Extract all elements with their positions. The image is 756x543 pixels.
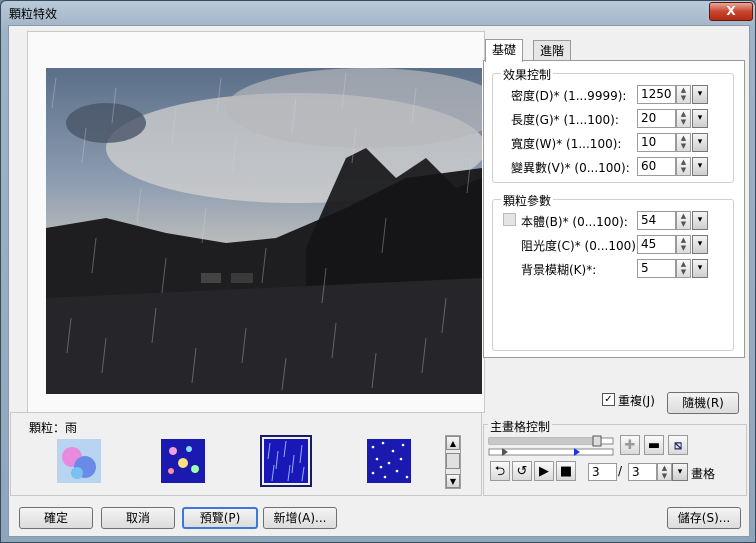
- body-checkbox[interactable]: [503, 213, 516, 226]
- title-bar: 顆粒特效 X: [1, 1, 755, 25]
- opacity-spin-button[interactable]: ▲ ▼: [676, 235, 691, 254]
- variance-dropdown-button[interactable]: ▾: [692, 157, 708, 176]
- loop-button[interactable]: ⮌: [490, 461, 510, 481]
- particle-thumb-sparkles[interactable]: [161, 439, 205, 483]
- frame-spin-button[interactable]: ▲ ▼: [657, 463, 672, 481]
- bg-blur-dropdown-button[interactable]: ▾: [692, 259, 708, 278]
- scroll-down-button[interactable]: ▼: [446, 474, 460, 488]
- opacity-dropdown-button[interactable]: ▾: [692, 235, 708, 254]
- preview-button[interactable]: 預覽(P): [182, 507, 258, 529]
- save-button[interactable]: 儲存(S)...: [667, 507, 741, 529]
- density-label: 密度(D)* (1...9999):: [511, 89, 627, 103]
- current-frame-input[interactable]: 3: [588, 463, 617, 481]
- tab-basic[interactable]: 基礎: [485, 39, 524, 62]
- length-spin-button[interactable]: ▲ ▼: [676, 109, 691, 128]
- frame-separator: /: [618, 464, 623, 478]
- width-label: 寬度(W)* (1...100):: [511, 137, 622, 151]
- repeat-checkbox[interactable]: ✓: [602, 393, 615, 406]
- body-spin-button[interactable]: ▲ ▼: [676, 211, 691, 230]
- density-input[interactable]: 1250: [637, 85, 676, 104]
- preview-panel: [27, 31, 485, 413]
- play-button[interactable]: ▶: [534, 461, 554, 481]
- particle-scrollbar[interactable]: ▲ ▼: [445, 435, 461, 489]
- scroll-thumb[interactable]: [446, 453, 460, 469]
- particle-type-label: 顆粒：雨: [29, 421, 78, 435]
- density-spin-button[interactable]: ▲ ▼: [676, 85, 691, 104]
- close-button[interactable]: X: [709, 2, 753, 21]
- dialog-window: 顆粒特效 X 基礎 進階 效果控制 密度(D)* (1...9999): 125…: [0, 0, 756, 543]
- variance-spin-button[interactable]: ▲ ▼: [676, 157, 691, 176]
- frame-unit-label: 畫格: [691, 467, 716, 481]
- cancel-button[interactable]: 取消: [101, 507, 175, 529]
- dialog-client-area: 基礎 進階 效果控制 密度(D)* (1...9999): 1250 ▲ ▼ ▾ …: [8, 25, 750, 537]
- length-dropdown-button[interactable]: ▾: [692, 109, 708, 128]
- width-spin-button[interactable]: ▲ ▼: [676, 133, 691, 152]
- window-title: 顆粒特效: [9, 7, 58, 21]
- preview-image: [46, 68, 482, 394]
- particle-thumb-bubbles[interactable]: [57, 439, 101, 483]
- tab-panel-basic: 效果控制 密度(D)* (1...9999): 1250 ▲ ▼ ▾ 長度(G)*…: [483, 60, 745, 358]
- scroll-up-button[interactable]: ▲: [446, 436, 460, 450]
- variance-input[interactable]: 60: [637, 157, 676, 176]
- particle-thumb-snow[interactable]: [367, 439, 411, 483]
- ok-button[interactable]: 確定: [19, 507, 93, 529]
- add-frame-button[interactable]: ✚: [620, 435, 640, 455]
- width-dropdown-button[interactable]: ▾: [692, 133, 708, 152]
- effect-control-label: 效果控制: [501, 66, 554, 83]
- effect-control-group: 效果控制 密度(D)* (1...9999): 1250 ▲ ▼ ▾ 長度(G)*…: [492, 66, 734, 183]
- body-dropdown-button[interactable]: ▾: [692, 211, 708, 230]
- width-input[interactable]: 10: [637, 133, 676, 152]
- variance-label: 變異數(V)* (0...100):: [511, 161, 630, 175]
- stop-button[interactable]: ■: [556, 461, 576, 481]
- bg-blur-spin-button[interactable]: ▲ ▼: [676, 259, 691, 278]
- length-input[interactable]: 20: [637, 109, 676, 128]
- repeat-label: 重複(J): [618, 394, 655, 408]
- tab-advanced[interactable]: 進階: [533, 40, 572, 61]
- bg-blur-input[interactable]: 5: [637, 259, 676, 278]
- particle-params-label: 顆粒參數: [501, 192, 554, 209]
- length-label: 長度(G)* (1...100):: [511, 113, 619, 127]
- frame-slider[interactable]: [488, 435, 614, 457]
- remove-frame-button[interactable]: ▬: [644, 435, 664, 455]
- body-label: 本體(B)* (0...100):: [521, 215, 628, 229]
- random-button[interactable]: 隨機(R): [667, 392, 739, 414]
- opacity-input[interactable]: 45: [637, 235, 676, 254]
- density-dropdown-button[interactable]: ▾: [692, 85, 708, 104]
- opacity-label: 阻光度(C)* (0...100):: [521, 239, 640, 253]
- settings-tabs: 基礎 進階 效果控制 密度(D)* (1...9999): 1250 ▲ ▼ ▾ …: [483, 39, 745, 358]
- particle-params-group: 顆粒參數 本體(B)* (0...100): 54 ▲ ▼ ▾ 阻光度(C)* (…: [492, 192, 734, 351]
- particle-thumb-rain-selected[interactable]: [260, 435, 312, 487]
- frame-dropdown-button[interactable]: ▾: [672, 463, 688, 481]
- body-input[interactable]: 54: [637, 211, 676, 230]
- frame-control-panel: 主畫格控制 ✚ ▬ ⧅ ⮌ ↺ ▶ ■ 3 / 3 ▲ ▼ ▾ 畫格: [483, 418, 747, 496]
- rewind-button[interactable]: ↺: [512, 461, 532, 481]
- frame-control-label: 主畫格控制: [488, 418, 553, 435]
- particle-library-panel: 顆粒：雨 ▲ ▼: [10, 412, 482, 496]
- flip-frame-icon[interactable]: ⧅: [668, 435, 688, 455]
- particle-thumb-rain: [264, 439, 308, 483]
- new-button[interactable]: 新增(A)...: [263, 507, 337, 529]
- bg-blur-label: 背景模糊(K)*:: [521, 263, 597, 277]
- total-frame-input[interactable]: 3: [628, 463, 657, 481]
